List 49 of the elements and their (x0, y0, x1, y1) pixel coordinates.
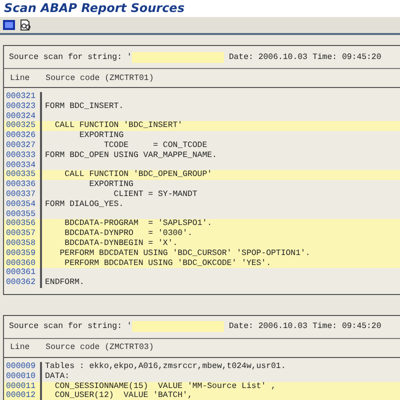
line-number: 000323 (4, 102, 42, 112)
code-line: Tables : ekko,ekpo,A016,zmsrccr,mbew,t024w,usr01. (44, 362, 286, 372)
code-line: ENDFORM. (44, 278, 84, 288)
column-header: Source code (ZMCTRT01) (46, 74, 154, 82)
time-label: Time: 09:45:20 (312, 322, 382, 332)
code-line: BDCDATA-DYNBEGIN = 'X'. (64, 238, 178, 249)
window-title: Scan ABAP Report Sources (0, 0, 400, 17)
scan-label: Source scan for string: ' (9, 322, 132, 332)
line-number: 000326 (4, 131, 42, 141)
code-line: PERFORM BDCDATEN USING 'BDC_CURSOR' 'SPOP-OPTION1'. (58, 248, 310, 259)
code-line: FORM BDC_OPEN USING VAR_MAPPE_NAME. (44, 150, 217, 161)
code-line: BDCDATA-DYNPRO = '0300'. (64, 229, 192, 239)
line-number: 000327 (4, 140, 42, 151)
code-line: EXPORTING (88, 180, 134, 190)
line-number: 000012 (4, 391, 42, 400)
code-line: DATA: (44, 372, 70, 382)
line-number: 000325 (4, 121, 42, 132)
line-number: 000335 (4, 170, 42, 180)
search-field[interactable] (132, 52, 224, 62)
column-header: Line (10, 343, 30, 352)
scan-label: Source scan for string: ' (9, 52, 132, 62)
line-number: 000009 (4, 362, 42, 372)
code-line: CON_USER(12) VALUE 'BATCH', (54, 391, 192, 400)
document-icon[interactable] (19, 19, 31, 31)
code-line: EXPORTING (78, 131, 124, 141)
line-number: 000354 (4, 200, 42, 210)
code-line: CON_SESSIONNAME(15) VALUE 'MM-Source List' , (54, 382, 276, 391)
line-number: 000362 (4, 278, 42, 288)
line-number: 000321 (4, 92, 42, 102)
code-line: BDCDATA-PROGRAM = 'SAPLSPO1'. (64, 219, 212, 229)
line-number: 000361 (4, 268, 42, 278)
search-field[interactable] (132, 321, 224, 332)
code-line: CLIENT = SY-MANDT (112, 190, 198, 200)
date-label: Date: 2006.10.03 (228, 322, 308, 332)
line-number: 000360 (4, 258, 42, 268)
code-line: TCODE = CON_TCODE (102, 140, 208, 151)
line-number: 000336 (4, 180, 42, 190)
line-number: 000337 (4, 190, 42, 200)
column-header: Line (10, 74, 30, 82)
code-line: PERFORM BDCDATEN USING 'BDC_OKCODE' 'YES'. (64, 258, 272, 268)
code-line: FORM DIALOG_YES. (44, 200, 124, 210)
grid-icon[interactable] (3, 19, 15, 31)
time-label: Time: 09:45:20 (312, 52, 382, 62)
date-label: Date: 2006.10.03 (228, 52, 308, 62)
code-line: CALL FUNCTION 'BDC_INSERT' (54, 121, 183, 132)
column-header: Source code (ZMCTRT03) (46, 343, 154, 352)
code-line: CALL FUNCTION 'BDC_OPEN_GROUP' (64, 170, 212, 180)
code-line: FORM BDC_INSERT. (44, 102, 124, 112)
line-number: 000333 (4, 150, 42, 161)
